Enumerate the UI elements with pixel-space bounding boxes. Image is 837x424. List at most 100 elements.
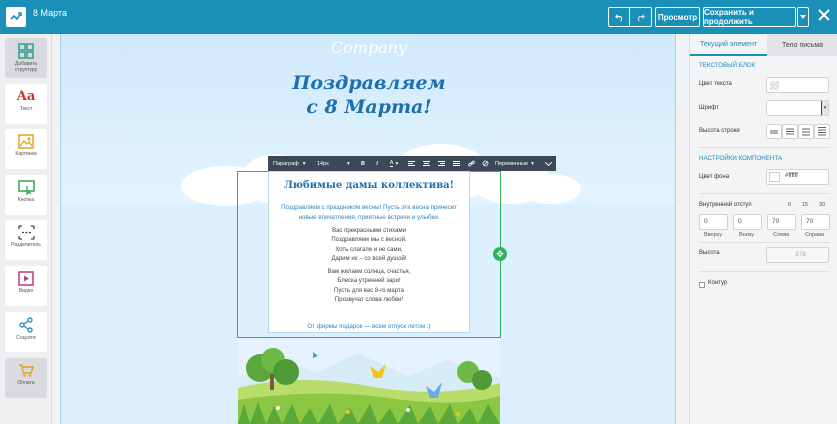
padding-left-input[interactable]: 70	[767, 214, 796, 230]
padding-top-label: Вверху	[704, 232, 723, 238]
font-color-icon[interactable]: A ▾	[384, 156, 404, 171]
chevron-down-icon: ▾	[346, 160, 350, 167]
poem-text[interactable]: Вас прекрасными стихами Поздравляем мы с…	[269, 227, 469, 305]
sidebar-item-video[interactable]: Видео	[5, 266, 47, 306]
company-logo: Company	[330, 38, 408, 57]
background-color-label: Цвет фона	[699, 174, 730, 180]
poem-line: Хоть слагали и не сами,	[335, 246, 403, 253]
paragraph-select[interactable]: Параграф ▾	[268, 156, 312, 171]
sidebar-item-label: Оплата	[17, 380, 35, 386]
line-height-option-2[interactable]	[782, 124, 798, 139]
poem-line: Дарим их – со всей душой!	[331, 255, 407, 262]
block-title[interactable]: Любимые дамы коллектива!	[269, 180, 469, 191]
preview-button[interactable]: Просмотр	[655, 7, 700, 27]
border-checkbox[interactable]	[699, 282, 705, 288]
padding-bottom-input[interactable]: 0	[733, 214, 762, 230]
chevron-down-icon: ▾	[302, 160, 306, 167]
padding-preset-30[interactable]: 30	[819, 202, 825, 208]
sidebar-item-image[interactable]: Картинка	[5, 129, 47, 169]
properties-panel: Текущий элемент Тело письма ТЕКСТОВЫЙ БЛ…	[689, 34, 837, 424]
line-height-options	[766, 124, 830, 139]
background-color-picker[interactable]: #ffffff	[766, 169, 829, 185]
text-block-section-title: ТЕКСТОВЫЙ БЛОК	[699, 62, 756, 69]
padding-preset-0[interactable]: 0	[788, 202, 791, 208]
sidebar-item-button[interactable]: Кнопка	[5, 175, 47, 215]
intro-text[interactable]: Поздравляем с праздником весны! Пусть эт…	[269, 203, 469, 223]
border-label: Контур	[708, 280, 728, 286]
poem-line: Поздравляем мы с весной.	[331, 237, 407, 244]
variables-select[interactable]: Переменные ▾	[492, 156, 540, 171]
chevron-down-icon: ▾	[821, 101, 828, 115]
document-title: 8 Марта	[33, 8, 67, 18]
text-color-picker[interactable]	[766, 77, 829, 93]
background-color-value: #ffffff	[785, 173, 798, 179]
font-select[interactable]: ▾	[766, 100, 829, 116]
sidebar-item-social[interactable]: Соцсети	[5, 312, 47, 352]
redo-icon	[637, 13, 645, 22]
sidebar-item-structure[interactable]: Добавить структуру	[5, 38, 47, 78]
sidebar-item-divider[interactable]: Разделитель	[5, 220, 47, 260]
panel-divider	[699, 242, 830, 243]
tab-email-body[interactable]: Тело письма	[767, 34, 837, 56]
save-and-continue-button[interactable]: Сохранить и продолжить	[703, 7, 796, 27]
color-swatch	[769, 172, 780, 182]
sidebar-item-text[interactable]: Aa Текст	[5, 84, 47, 124]
font-size-select[interactable]: 14px ▾	[312, 156, 356, 171]
sidebar-item-label: Текст	[19, 106, 33, 112]
line-height-option-4[interactable]	[814, 124, 830, 139]
height-value: 378	[795, 251, 806, 258]
panel-divider	[699, 271, 830, 272]
cloud-decoration	[521, 174, 581, 204]
poem-line: Прозвучат слова любви!	[334, 297, 404, 304]
close-button[interactable]	[817, 8, 833, 24]
collapse-toolbar-icon[interactable]	[540, 156, 556, 171]
sidebar-item-label: Соцсети	[16, 335, 36, 341]
align-justify-icon[interactable]	[449, 156, 464, 171]
font-size-label: 14px	[317, 160, 329, 167]
variables-label: Переменные	[495, 160, 529, 167]
panel-divider	[699, 147, 830, 148]
transparent-swatch-icon	[770, 81, 779, 90]
padding-preset-15[interactable]: 15	[802, 202, 808, 208]
line-height-option-1[interactable]	[766, 124, 782, 139]
padding-right-value: 70	[806, 218, 814, 225]
align-center-icon[interactable]	[419, 156, 434, 171]
sidebar-item-label: Добавить структуру	[14, 61, 38, 73]
padding-bottom-value: 0	[738, 218, 742, 225]
line-height-label: Высота строки	[699, 128, 740, 134]
sidebar-item-label: Разделитель	[11, 242, 41, 248]
close-icon	[818, 9, 830, 21]
undo-button[interactable]	[608, 7, 630, 27]
footer-text[interactable]: От фирмы подарок — всем отпуск летом :)	[269, 323, 469, 330]
redo-button[interactable]	[630, 7, 652, 27]
spring-meadow-illustration	[238, 338, 500, 424]
italic-icon[interactable]: I	[370, 156, 384, 171]
move-handle-icon[interactable]: ✥	[493, 247, 507, 261]
component-sidebar: Добавить структуру Aa Текст Картинка Кно…	[0, 34, 52, 424]
sidebar-item-payment[interactable]: Оплата	[5, 358, 47, 398]
image-icon	[18, 134, 34, 149]
grid-icon	[18, 43, 34, 59]
headline-line-1: Поздравляем	[292, 72, 446, 94]
panel-divider	[699, 193, 830, 194]
bold-icon[interactable]: B	[356, 156, 370, 171]
poem-line: Блеска утренней зари!	[337, 278, 401, 285]
save-options-dropdown[interactable]	[797, 7, 809, 27]
intro-line: Поздравляем с праздником весны! Пусть эт…	[281, 204, 457, 211]
poem-line: Вам желаем солнца, счастья,	[327, 269, 411, 276]
align-right-icon[interactable]	[434, 156, 449, 171]
chevron-down-icon: ▾	[531, 160, 534, 167]
padding-top-input[interactable]: 0	[699, 214, 728, 230]
app-menu-icon[interactable]	[6, 7, 26, 27]
tab-current-element[interactable]: Текущий элемент	[690, 34, 767, 56]
line-height-option-3[interactable]	[798, 124, 814, 139]
top-bar: 8 Марта Просмотр Сохранить и продолжить	[0, 0, 837, 34]
paragraph-label: Параграф	[273, 160, 299, 167]
unlink-icon[interactable]	[478, 156, 492, 171]
padding-right-input[interactable]: 70	[801, 214, 830, 230]
poem-line: Пусть для вас 8-го марта	[334, 287, 404, 294]
link-icon[interactable]	[464, 156, 478, 171]
text-block[interactable]: Любимые дамы коллектива! Поздравляем с п…	[268, 171, 470, 333]
height-input[interactable]: 378	[766, 247, 829, 263]
align-left-icon[interactable]	[404, 156, 419, 171]
